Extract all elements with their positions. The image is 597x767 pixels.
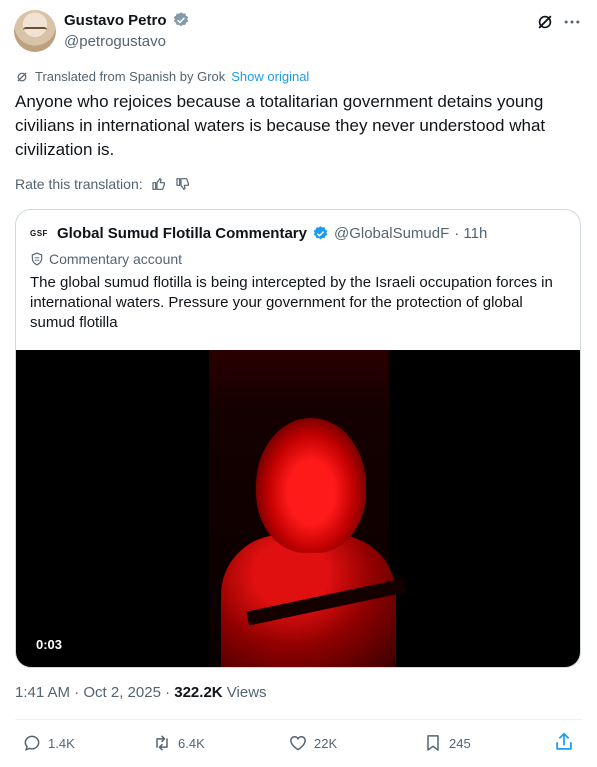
more-dots-icon [562, 12, 582, 32]
actions-divider [15, 719, 582, 720]
bookmark-icon [423, 733, 443, 753]
reply-icon [22, 733, 42, 753]
quoted-author-logo: GSF [30, 229, 48, 238]
author-name-row: Gustavo Petro [64, 11, 190, 29]
commentary-account-text: Commentary account [49, 251, 183, 267]
grok-icon [535, 12, 555, 32]
quoted-post-time: · 11h [454, 225, 488, 242]
bookmark-count: 245 [449, 735, 471, 751]
shield-icon [30, 252, 44, 266]
repost-icon [152, 733, 172, 753]
repost-count: 6.4K [178, 735, 205, 751]
like-button[interactable]: 22K [288, 733, 337, 753]
translation-note: Translated from Spanish by Grok Show ori… [15, 69, 309, 84]
views-label: Views [222, 684, 267, 701]
video-timestamp: 0:03 [36, 637, 63, 652]
reply-count: 1.4K [48, 735, 75, 751]
translation-note-text: Translated from Spanish by Grok [35, 69, 226, 84]
post-meta: 1:41 AM · Oct 2, 2025 · 322.2K Views [15, 684, 267, 701]
heart-icon [288, 733, 308, 753]
thumbs-down-icon [175, 176, 191, 192]
repost-button[interactable]: 6.4K [152, 733, 205, 753]
grok-icon [15, 70, 29, 84]
rate-translation-label: Rate this translation: [15, 176, 143, 192]
quoted-post[interactable]: GSF Global Sumud Flotilla Commentary @Gl… [15, 209, 581, 668]
grok-button[interactable] [533, 10, 557, 34]
commentary-account-label: Commentary account [30, 251, 182, 267]
share-icon [553, 731, 575, 753]
rate-translation-row: Rate this translation: [15, 176, 191, 192]
more-options-button[interactable] [560, 10, 584, 34]
show-original-link[interactable]: Show original [231, 69, 309, 84]
thumbs-up-icon [151, 176, 167, 192]
tweet-text: Anyone who rejoices because a totalitari… [15, 92, 546, 159]
reply-button[interactable]: 1.4K [22, 733, 75, 753]
author-avatar[interactable] [14, 10, 56, 52]
verified-badge-icon [312, 225, 329, 242]
quoted-post-header: GSF Global Sumud Flotilla Commentary @Gl… [30, 225, 487, 242]
views-count: 322.2K [174, 684, 223, 701]
quoted-author-handle[interactable]: @GlobalSumudF [334, 225, 449, 242]
video-player[interactable]: 0:03 [16, 350, 580, 667]
thumbs-up-button[interactable] [151, 176, 167, 192]
avatar-glasses [23, 27, 47, 35]
author-name[interactable]: Gustavo Petro [64, 12, 167, 29]
verified-badge-icon [172, 11, 190, 29]
share-button[interactable] [553, 731, 575, 753]
bookmark-button[interactable]: 245 [423, 733, 471, 753]
author-handle[interactable]: @petrogustavo [64, 33, 166, 50]
quoted-post-text: The global sumud flotilla is being inter… [30, 274, 553, 331]
video-frame-face [256, 418, 366, 553]
like-count: 22K [314, 735, 338, 751]
quoted-author-name[interactable]: Global Sumud Flotilla Commentary [57, 225, 307, 242]
thumbs-down-button[interactable] [175, 176, 191, 192]
post-timestamp[interactable]: 1:41 AM · Oct 2, 2025 · [15, 684, 174, 701]
